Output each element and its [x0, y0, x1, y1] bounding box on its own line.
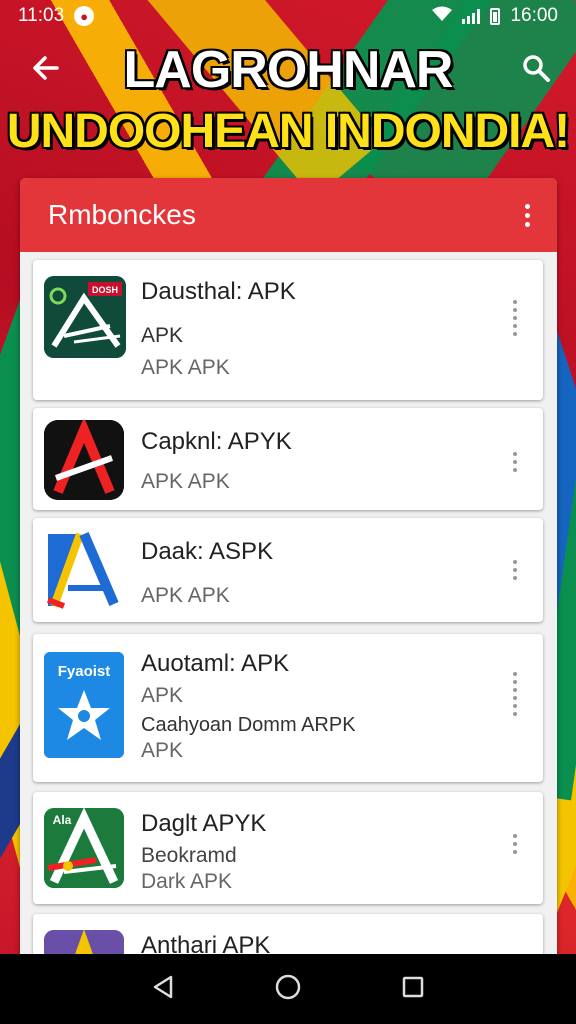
- search-icon: [521, 53, 551, 88]
- app-name: Daak: ASPK: [141, 538, 274, 565]
- dark-green-a-icon: DOSH: [44, 276, 126, 358]
- app-name: Dausthal: APK: [141, 278, 296, 305]
- list-item[interactable]: Fyaoist Auotaml: APK APK Caahyoan Domm A…: [33, 634, 543, 782]
- list-item[interactable]: Ala Daglt APYK Beokramd Dark APK: [33, 792, 543, 904]
- app-name: Capknl: APYK: [141, 428, 292, 455]
- headline-subtitle: UNDOOHEAN INDONDIA!: [6, 105, 570, 158]
- nav-back-triangle-icon: [150, 974, 176, 1005]
- circle-notification-icon: ●: [74, 6, 95, 26]
- more-vertical-icon[interactable]: [505, 300, 525, 336]
- red-a-black-icon: [44, 420, 124, 500]
- nav-back-button[interactable]: [143, 969, 183, 1009]
- more-vertical-icon[interactable]: [505, 560, 525, 580]
- headline-title: LAGROHNAR: [123, 41, 454, 99]
- status-bar: 11:03 ● 16:00: [0, 0, 576, 32]
- app-name: Auotaml: APK: [141, 650, 290, 677]
- nav-recents-square-icon: [401, 975, 425, 1004]
- nav-home-button[interactable]: [268, 969, 308, 1009]
- status-time-right: 16:00: [510, 5, 558, 26]
- app-name: Daglt APYK: [141, 810, 267, 837]
- list-item[interactable]: Capknl: APYK APK APK: [33, 408, 543, 510]
- app-sub: APK: [141, 739, 184, 762]
- app-sub: APK: [141, 684, 184, 707]
- more-vertical-icon[interactable]: [517, 203, 537, 227]
- navigation-bar: [0, 954, 576, 1024]
- list-item[interactable]: DOSH Dausthal: APK APK APK APK: [33, 260, 543, 400]
- green-a-icon: Ala: [44, 808, 124, 888]
- app-line: Caahyoan Domm ARPK: [141, 714, 356, 736]
- list-item[interactable]: Daak: ASPK APK APK: [33, 518, 543, 622]
- more-vertical-icon[interactable]: [505, 452, 525, 472]
- blue-star-icon: Fyaoist: [44, 652, 124, 758]
- signal-icon: [462, 8, 481, 24]
- icon-badge-text: Fyaoist: [58, 663, 111, 680]
- app-line: Beokramd: [141, 844, 237, 867]
- app-sub: APK APK: [141, 584, 230, 607]
- status-time-left: 11:03: [18, 5, 65, 26]
- apps-panel: Rmbonckes DOSH Dausthal: APK APK APK APK: [20, 178, 557, 978]
- panel-title: Rmbonckes: [48, 199, 196, 230]
- app-sub: APK APK: [141, 470, 230, 493]
- wifi-icon: [432, 6, 453, 27]
- icon-badge-text: DOSH: [92, 285, 118, 295]
- app-line: APK: [141, 324, 184, 347]
- battery-icon: [490, 7, 501, 25]
- panel-header: Rmbonckes: [20, 178, 557, 252]
- app-sub: APK APK: [141, 356, 230, 379]
- icon-badge-text: Ala: [53, 813, 72, 827]
- search-button[interactable]: [516, 50, 556, 90]
- more-vertical-icon[interactable]: [505, 834, 525, 854]
- app-bar: LAGROHNAR UNDOOHEAN INDONDIA!: [0, 36, 576, 166]
- nav-recents-button[interactable]: [393, 969, 433, 1009]
- blue-yellow-a-icon: [44, 530, 124, 610]
- app-sub: Dark APK: [141, 870, 233, 893]
- more-vertical-icon[interactable]: [505, 672, 525, 716]
- nav-home-circle-icon: [274, 973, 302, 1006]
